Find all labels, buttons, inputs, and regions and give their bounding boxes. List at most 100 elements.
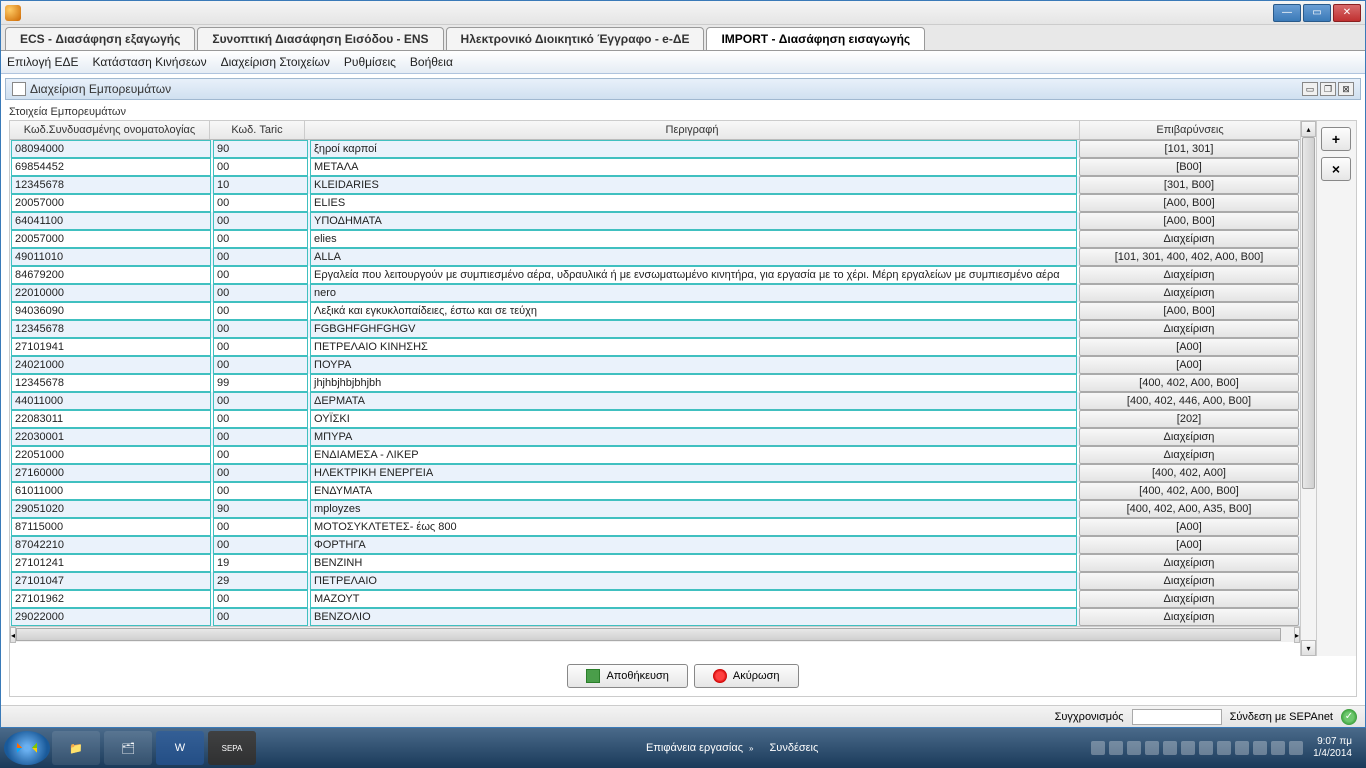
tray-icon[interactable] [1271, 741, 1285, 755]
cell-combined-code[interactable]: 87115000 [11, 518, 211, 536]
panel-minimize-button[interactable]: ▭ [1302, 82, 1318, 96]
maximize-button[interactable]: ▭ [1303, 4, 1331, 22]
tray-icon[interactable] [1091, 741, 1105, 755]
table-row[interactable]: 1234567800FGBGHFGHFGHGVΔιαχείριση [10, 320, 1300, 338]
cell-taric-code[interactable]: 00 [213, 518, 308, 536]
cell-description[interactable]: ΕΝΔΙΑΜΕΣΑ - ΛΙΚΕΡ [310, 446, 1077, 464]
cell-description[interactable]: ξηροί καρποί [310, 140, 1077, 158]
tray-icon[interactable] [1145, 741, 1159, 755]
cell-taric-code[interactable]: 00 [213, 320, 308, 338]
table-row[interactable]: 2208301100ΟΥΪΣΚΙ[202] [10, 410, 1300, 428]
cell-description[interactable]: elies [310, 230, 1077, 248]
cell-charges-button[interactable]: [A00, B00] [1079, 212, 1299, 230]
cell-taric-code[interactable]: 00 [213, 410, 308, 428]
table-row[interactable]: 2710104729ΠΕΤΡΕΛΑΙΟΔιαχείριση [10, 572, 1300, 590]
taskbar-workspace[interactable]: Επιφάνεια εργασίας» [638, 742, 762, 754]
table-row[interactable]: 0809400090ξηροί καρποί[101, 301] [10, 140, 1300, 158]
cell-taric-code[interactable]: 00 [213, 590, 308, 608]
tray-icon[interactable] [1289, 741, 1303, 755]
cell-description[interactable]: ΠΕΤΡΕΛΑΙΟ ΚΙΝΗΣΗΣ [310, 338, 1077, 356]
cell-charges-button[interactable]: Διαχείριση [1079, 320, 1299, 338]
cell-taric-code[interactable]: 90 [213, 500, 308, 518]
cell-charges-button[interactable]: [A00, B00] [1079, 302, 1299, 320]
tray-icon[interactable] [1109, 741, 1123, 755]
cell-charges-button[interactable]: Διαχείριση [1079, 230, 1299, 248]
cell-description[interactable]: ΥΠΟΔΗΜΑΤΑ [310, 212, 1077, 230]
taskbar-connections[interactable]: Συνδέσεις [762, 742, 827, 754]
scroll-up-button[interactable]: ▴ [1301, 121, 1316, 137]
cell-charges-button[interactable]: [400, 402, A00, B00] [1079, 374, 1299, 392]
cell-taric-code[interactable]: 29 [213, 572, 308, 590]
cell-taric-code[interactable]: 10 [213, 176, 308, 194]
save-button[interactable]: Αποθήκευση [567, 664, 687, 688]
column-header[interactable]: Επιβαρύνσεις [1080, 121, 1300, 139]
cell-description[interactable]: ΦΟΡΤΗΓΑ [310, 536, 1077, 554]
tray-icon[interactable] [1253, 741, 1267, 755]
column-header[interactable]: Κωδ. Taric [210, 121, 305, 139]
cell-description[interactable]: nero [310, 284, 1077, 302]
cell-combined-code[interactable]: 20057000 [11, 194, 211, 212]
menu-item[interactable]: Βοήθεια [410, 55, 453, 69]
cell-taric-code[interactable]: 00 [213, 158, 308, 176]
cell-description[interactable]: Εργαλεία που λειτουργούν με συμπιεσμένο … [310, 266, 1077, 284]
table-row[interactable]: 2005700000ELIES[A00, B00] [10, 194, 1300, 212]
cell-description[interactable]: Λεξικά και εγκυκλοπαίδειες, έστω και σε … [310, 302, 1077, 320]
table-row[interactable]: 2710196200ΜΑΖΟΥΤΔιαχείριση [10, 590, 1300, 608]
cell-combined-code[interactable]: 27101962 [11, 590, 211, 608]
cell-description[interactable]: FGBGHFGHFGHGV [310, 320, 1077, 338]
cell-combined-code[interactable]: 87042210 [11, 536, 211, 554]
cell-description[interactable]: ALLA [310, 248, 1077, 266]
scroll-down-button[interactable]: ▾ [1301, 640, 1316, 656]
cell-combined-code[interactable]: 27101241 [11, 554, 211, 572]
add-row-button[interactable]: + [1321, 127, 1351, 151]
cell-charges-button[interactable]: [400, 402, A00] [1079, 464, 1299, 482]
cell-description[interactable]: jhjhbjhbjbhjbh [310, 374, 1077, 392]
cell-combined-code[interactable]: 22010000 [11, 284, 211, 302]
cell-combined-code[interactable]: 44011000 [11, 392, 211, 410]
cell-charges-button[interactable]: [202] [1079, 410, 1299, 428]
cell-taric-code[interactable]: 99 [213, 374, 308, 392]
cell-taric-code[interactable]: 00 [213, 248, 308, 266]
panel-close-button[interactable]: ⊠ [1338, 82, 1354, 96]
table-row[interactable]: 1234567810KLEIDARIES[301, B00] [10, 176, 1300, 194]
table-row[interactable]: 2710124119ΒΕΝΖΙΝΗΔιαχείριση [10, 554, 1300, 572]
cell-combined-code[interactable]: 12345678 [11, 320, 211, 338]
cell-charges-button[interactable]: Διαχείριση [1079, 284, 1299, 302]
cell-combined-code[interactable]: 84679200 [11, 266, 211, 284]
table-row[interactable]: 2402100000ΠΟΥΡΑ[A00] [10, 356, 1300, 374]
cell-charges-button[interactable]: Διαχείριση [1079, 608, 1299, 626]
start-button[interactable] [4, 731, 50, 765]
cell-description[interactable]: ΜΑΖΟΥΤ [310, 590, 1077, 608]
cell-combined-code[interactable]: 20057000 [11, 230, 211, 248]
table-row[interactable]: 6404110000ΥΠΟΔΗΜΑΤΑ[A00, B00] [10, 212, 1300, 230]
cell-charges-button[interactable]: Διαχείριση [1079, 428, 1299, 446]
table-row[interactable]: 2205100000ΕΝΔΙΑΜΕΣΑ - ΛΙΚΕΡΔιαχείριση [10, 446, 1300, 464]
cell-combined-code[interactable]: 69854452 [11, 158, 211, 176]
cell-charges-button[interactable]: [A00] [1079, 518, 1299, 536]
cell-taric-code[interactable]: 00 [213, 266, 308, 284]
cell-description[interactable]: ΜΕΤΑΛΑ [310, 158, 1077, 176]
cell-description[interactable]: mployzes [310, 500, 1077, 518]
cell-description[interactable]: ΒΕΝΖΙΝΗ [310, 554, 1077, 572]
cell-charges-button[interactable]: Διαχείριση [1079, 446, 1299, 464]
column-header[interactable]: Κωδ.Συνδυασμένης ονοματολογίας [10, 121, 210, 139]
scroll-right-button[interactable]: ▸ [1294, 627, 1300, 643]
menu-item[interactable]: Κατάσταση Κινήσεων [92, 55, 206, 69]
cell-charges-button[interactable]: [400, 402, A00, B00] [1079, 482, 1299, 500]
table-row[interactable]: 2201000000neroΔιαχείριση [10, 284, 1300, 302]
cell-combined-code[interactable]: 61011000 [11, 482, 211, 500]
cell-taric-code[interactable]: 00 [213, 194, 308, 212]
clock[interactable]: 9:07 πμ 1/4/2014 [1309, 736, 1356, 760]
cell-description[interactable]: ΕΝΔΥΜΑΤΑ [310, 482, 1077, 500]
cell-charges-button[interactable]: Διαχείριση [1079, 590, 1299, 608]
table-row[interactable]: 8467920000Εργαλεία που λειτουργούν με συ… [10, 266, 1300, 284]
cell-taric-code[interactable]: 00 [213, 230, 308, 248]
menu-item[interactable]: Ρυθμίσεις [344, 55, 396, 69]
tray-icon[interactable] [1127, 741, 1141, 755]
tray-icon[interactable] [1163, 741, 1177, 755]
cell-combined-code[interactable]: 29051020 [11, 500, 211, 518]
cell-charges-button[interactable]: [400, 402, A00, A35, B00] [1079, 500, 1299, 518]
taskbar-item-word[interactable]: W [156, 731, 204, 765]
cell-taric-code[interactable]: 00 [213, 356, 308, 374]
cell-taric-code[interactable]: 00 [213, 212, 308, 230]
